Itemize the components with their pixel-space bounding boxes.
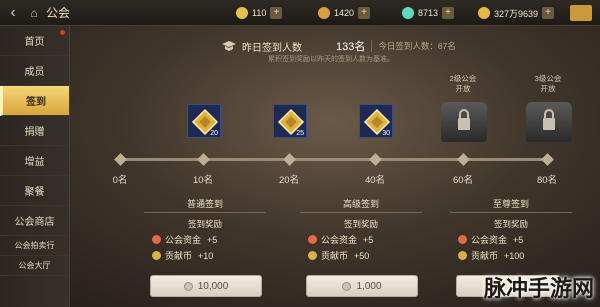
locked-chest[interactable] bbox=[526, 102, 572, 142]
contribution-coin-icon bbox=[458, 251, 467, 260]
locked-chest[interactable] bbox=[441, 102, 487, 142]
checkin-panel: 普通签到 签到奖励 公会资金 +5 贡献币 +10 bbox=[144, 197, 266, 271]
page-title: 公会 bbox=[46, 6, 71, 20]
sidebar-item-buff[interactable]: 增益 bbox=[0, 146, 69, 176]
mail-icon[interactable] bbox=[570, 5, 592, 21]
sidebar-item-home[interactable]: 首页 bbox=[0, 26, 69, 56]
sidebar-item-shop[interactable]: 公会商店 bbox=[0, 206, 69, 236]
resource-gem: 8713 + bbox=[402, 5, 455, 21]
fund-icon bbox=[458, 235, 467, 244]
sidebar: 首页 成员 签到 捐赠 增益 聚餐 公会商店 公会拍卖行 公会大厅 bbox=[0, 26, 70, 307]
guild-checkin-screen: ‹ ⌂ 公会 110 + 1420 + 8713 + 327万9639 + 首页… bbox=[0, 0, 600, 307]
reward-item: 公会资金 +5 bbox=[152, 233, 266, 246]
milestone-label: 20名 bbox=[278, 175, 300, 186]
sidebar-item-hall[interactable]: 公会大厅 bbox=[0, 256, 69, 276]
reward-badge[interactable]: 30 bbox=[359, 104, 393, 138]
chest-caption: 3级公会 开放 bbox=[534, 74, 562, 93]
resource-gold: 110 + bbox=[236, 5, 283, 21]
add-gold-button[interactable]: + bbox=[270, 7, 283, 19]
milestone-label: 40名 bbox=[364, 175, 386, 186]
sidebar-item-dinner[interactable]: 聚餐 bbox=[0, 176, 69, 206]
top-bar: ‹ ⌂ 公会 110 + 1420 + 8713 + 327万9639 + bbox=[0, 0, 600, 26]
progress-track bbox=[120, 158, 548, 161]
sidebar-item-members[interactable]: 成员 bbox=[0, 56, 69, 86]
checkin-stat: 昨日签到人数 133名 今日签到人数：67名 bbox=[222, 38, 456, 54]
fund-icon bbox=[152, 235, 161, 244]
reward-item: 贡献币 +100 bbox=[458, 249, 572, 262]
reward-item: 贡献币 +10 bbox=[152, 249, 266, 262]
resource-coin: 1420 + bbox=[318, 5, 371, 21]
normal-checkin-button[interactable]: 10,000 bbox=[150, 275, 262, 297]
resource-token: 327万9639 + bbox=[478, 5, 555, 21]
lock-icon bbox=[458, 109, 470, 130]
reward-item: 贡献币 +50 bbox=[308, 249, 422, 262]
reward-item: 公会资金 +5 bbox=[458, 233, 572, 246]
reward-badge[interactable]: 25 bbox=[273, 104, 307, 138]
checkin-panel: 至尊签到 签到奖励 公会资金 +5 贡献币 +100 bbox=[450, 197, 572, 271]
add-gem-button[interactable]: + bbox=[442, 7, 455, 19]
reward-badge[interactable]: 20 bbox=[187, 104, 221, 138]
milestone-label: 0名 bbox=[112, 175, 128, 186]
sidebar-item-auction[interactable]: 公会拍卖行 bbox=[0, 236, 69, 256]
sidebar-item-donate[interactable]: 捐赠 bbox=[0, 116, 69, 146]
add-token-button[interactable]: + bbox=[542, 7, 555, 19]
notification-dot bbox=[60, 30, 65, 35]
contribution-coin-icon bbox=[308, 251, 317, 260]
checkin-hint: 累积签到奖励以昨天的签到人数为基准。 bbox=[268, 56, 394, 63]
milestone-node bbox=[457, 153, 470, 166]
gold-icon bbox=[236, 7, 248, 19]
watermark: 脉冲手游网 bbox=[483, 276, 594, 301]
milestone-node bbox=[369, 153, 382, 166]
sidebar-item-checkin[interactable]: 签到 bbox=[0, 86, 69, 116]
token-icon bbox=[478, 7, 490, 19]
reward-item: 公会资金 +5 bbox=[308, 233, 422, 246]
coin-icon bbox=[342, 281, 352, 291]
advanced-checkin-button[interactable]: 1,000 bbox=[306, 275, 418, 297]
milestone-node bbox=[114, 153, 127, 166]
lock-icon bbox=[543, 109, 555, 130]
milestone-label: 80名 bbox=[536, 175, 558, 186]
milestone-label: 60名 bbox=[452, 175, 474, 186]
milestone-node bbox=[197, 153, 210, 166]
back-button[interactable]: ‹ bbox=[0, 0, 26, 26]
coin-icon bbox=[183, 281, 193, 291]
milestone-node bbox=[283, 153, 296, 166]
gem-icon bbox=[402, 7, 414, 19]
chest-caption: 2级公会 开放 bbox=[449, 74, 477, 93]
add-coin-button[interactable]: + bbox=[358, 7, 371, 19]
graduation-cap-icon bbox=[222, 41, 236, 51]
milestone-label: 10名 bbox=[192, 175, 214, 186]
milestone-node bbox=[541, 153, 554, 166]
fund-icon bbox=[308, 235, 317, 244]
checkin-panel: 高级签到 签到奖励 公会资金 +5 贡献币 +50 bbox=[300, 197, 422, 271]
contribution-coin-icon bbox=[152, 251, 161, 260]
coin-icon bbox=[318, 7, 330, 19]
home-icon[interactable]: ⌂ bbox=[26, 6, 42, 20]
